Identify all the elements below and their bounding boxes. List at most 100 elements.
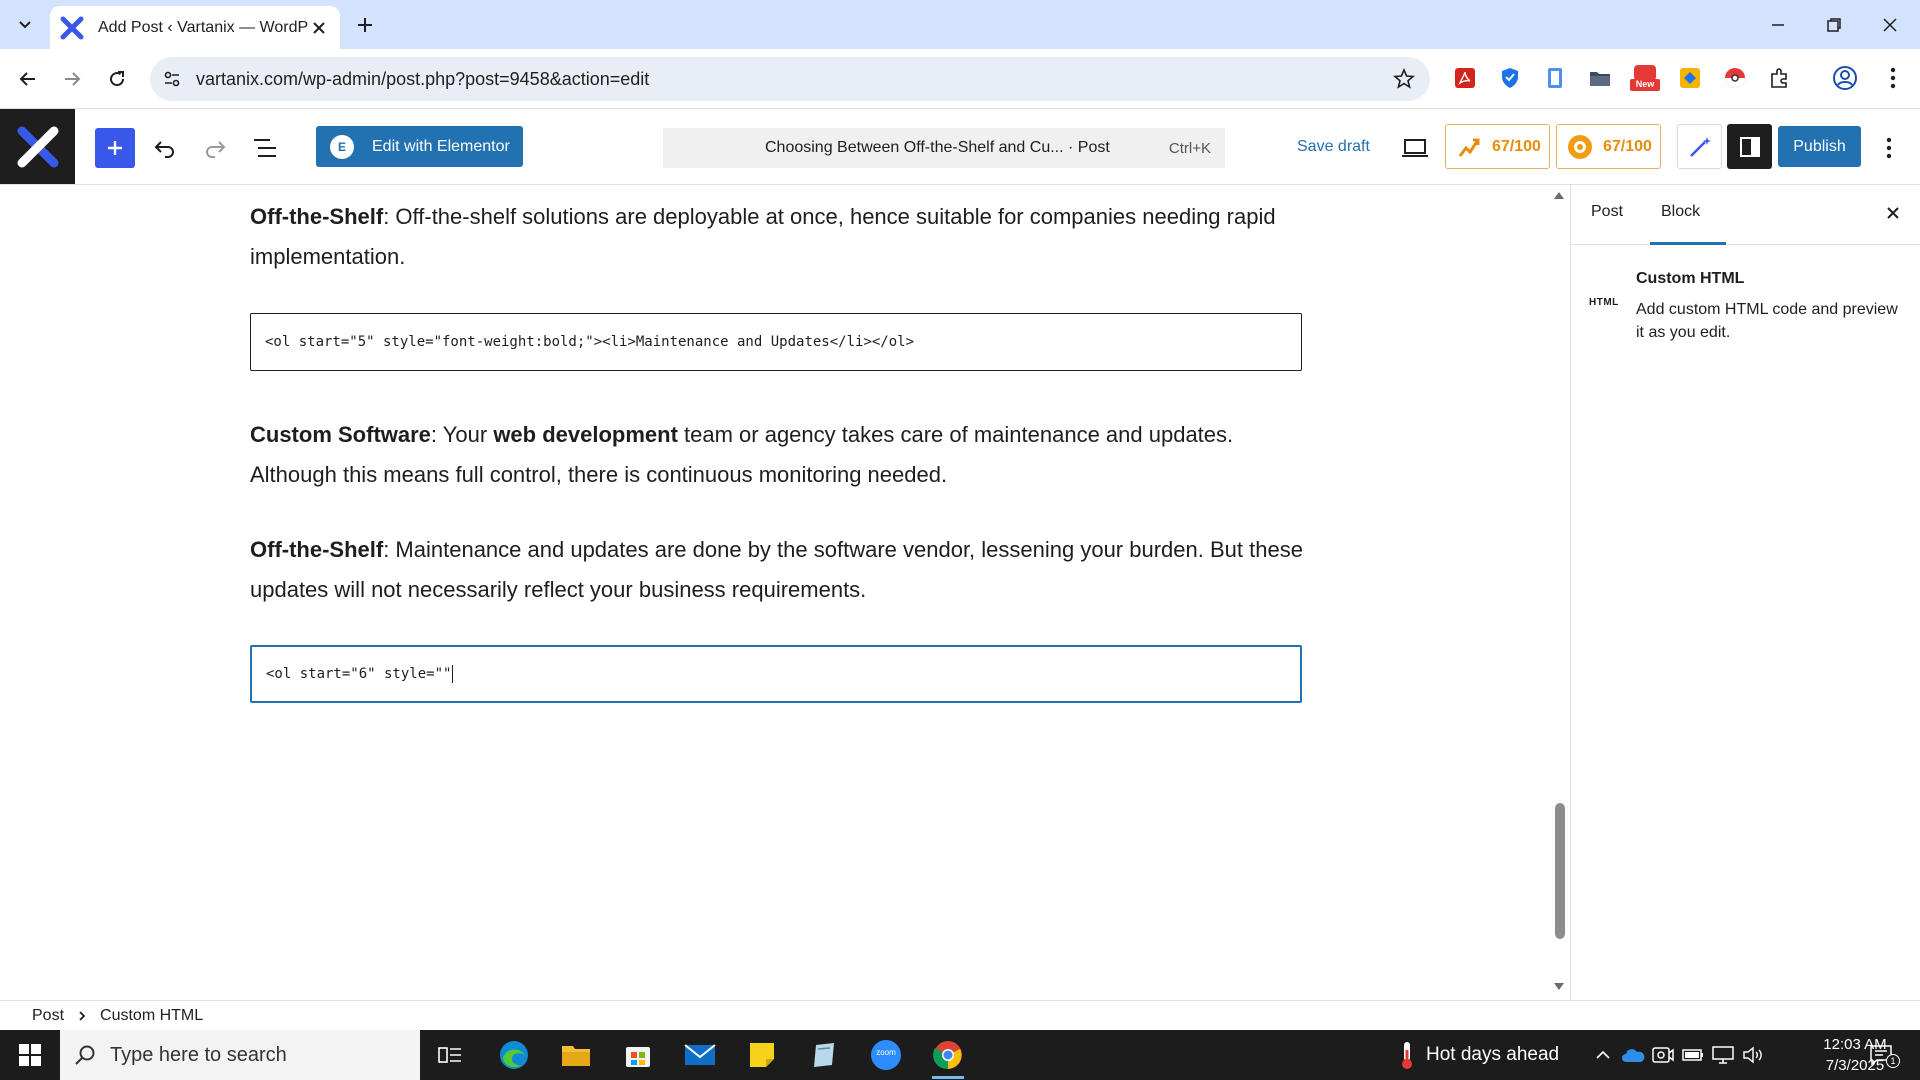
url-text: vartanix.com/wp-admin/post.php?post=9458… [196,69,650,89]
breadcrumb-custom-html[interactable]: Custom HTML [100,1007,203,1025]
tab-close-icon[interactable] [308,17,330,39]
paragraph-block-3[interactable]: Off-the-Shelf: Maintenance and updates a… [250,530,1310,610]
meet-now-icon[interactable] [1650,1042,1676,1068]
browser-menu-kebab-icon[interactable] [1878,63,1908,93]
forward-arrow-icon[interactable] [56,63,88,95]
redo-icon[interactable] [195,128,235,168]
command-palette-bar[interactable]: Choosing Between Off-the-Shelf and Cu...… [663,128,1225,168]
new-tab-plus-icon[interactable] [352,12,378,38]
tray-overflow-chevron-icon[interactable] [1590,1042,1616,1068]
text-caret [452,665,454,683]
block-card-description: Add custom HTML code and preview it as y… [1636,301,1898,341]
paragraph-text: : Your [430,422,494,447]
folder-extension-icon[interactable] [1585,63,1615,93]
close-sidebar-icon[interactable] [1881,201,1905,225]
undo-icon[interactable] [145,128,185,168]
document-overview-icon[interactable] [245,128,285,168]
paragraph-bold-text: Custom Software [250,422,431,447]
extensions-puzzle-icon[interactable] [1765,63,1795,93]
html-block-icon: HTML [1589,297,1619,308]
canvas-scrollbar-thumb[interactable] [1555,803,1565,939]
paragraph-bold-text: Off-the-Shelf [250,204,384,229]
zoom-app-icon[interactable]: zoom [864,1035,908,1075]
address-bar[interactable]: vartanix.com/wp-admin/post.php?post=9458… [150,57,1430,101]
seo-gauge-icon [1565,132,1595,162]
block-card-title: Custom HTML [1636,270,1745,287]
notification-count: 1 [1886,1054,1900,1068]
taskbar-search-box[interactable]: Type here to search [60,1030,420,1080]
weather-widget[interactable]: Hot days ahead [1400,1030,1559,1080]
html-code-text: <ol start="5" style="font-weight:bold;">… [265,334,915,350]
paragraph-link-bold-text: web development [493,422,678,447]
task-view-icon[interactable] [428,1035,472,1075]
bookmark-star-icon[interactable] [1392,67,1416,91]
new-badge-extension-icon[interactable]: New [1630,63,1660,93]
active-tab-indicator [1650,242,1726,245]
scroll-up-arrow-icon[interactable] [1552,189,1566,201]
paragraph-bold-text: Off-the-Shelf [250,537,384,562]
paragraph-block-1[interactable]: Off-the-Shelf: Off-the-shelf solutions a… [250,197,1310,277]
search-icon [74,1044,96,1066]
notification-center-icon[interactable]: 1 [1868,1042,1900,1068]
ai-magic-wand-icon[interactable] [1677,124,1722,169]
seo-score-2: 67/100 [1603,137,1652,155]
seo-score-1: 67/100 [1492,137,1541,155]
edge-browser-icon[interactable] [492,1035,536,1075]
windows-taskbar: Type here to search zoom Hot days ahead [0,1030,1920,1080]
weather-text: Hot days ahead [1426,1044,1560,1065]
site-logo-icon[interactable] [0,109,75,184]
save-draft-button[interactable]: Save draft [1297,138,1370,156]
paragraph-text: : Maintenance and updates are done by th… [250,537,1303,602]
block-inserter-plus-icon[interactable] [95,128,135,168]
close-window-icon[interactable] [1862,0,1918,49]
preview-device-icon[interactable] [1395,128,1435,168]
command-shortcut: Ctrl+K [1168,140,1211,157]
scroll-down-arrow-icon[interactable] [1552,981,1566,993]
onedrive-cloud-icon[interactable] [1620,1042,1646,1068]
battery-icon[interactable] [1680,1042,1706,1068]
reload-icon[interactable] [101,63,133,95]
settings-sidebar: Post Block HTML Custom HTML Add custom H… [1570,185,1920,1000]
custom-html-block-1[interactable]: <ol start="5" style="font-weight:bold;">… [250,313,1302,371]
edit-with-elementor-label: Edit with Elementor [372,137,510,155]
paragraph-block-2[interactable]: Custom Software: Your web development te… [250,415,1310,495]
editor-header: E Edit with Elementor Choosing Between O… [0,109,1920,185]
breadcrumb-post[interactable]: Post [32,1007,64,1025]
new-badge-label: New [1635,79,1655,89]
edit-with-elementor-button[interactable]: E Edit with Elementor [316,126,523,167]
network-icon[interactable] [1710,1042,1736,1068]
microsoft-store-icon[interactable] [616,1035,660,1075]
profile-avatar-icon[interactable] [1830,63,1860,93]
mail-icon[interactable] [678,1035,722,1075]
publish-button[interactable]: Publish [1778,126,1861,167]
tab-post[interactable]: Post [1591,203,1623,221]
editor-options-kebab-icon[interactable] [1874,128,1904,168]
back-arrow-icon[interactable] [12,63,44,95]
chrome-browser-icon[interactable] [926,1035,970,1079]
tab-block[interactable]: Block [1661,203,1700,221]
tab-search-chevron-icon[interactable] [12,12,38,38]
browser-tab-active[interactable]: Add Post ‹ Vartanix — WordPress [50,6,340,49]
file-explorer-icon[interactable] [554,1035,598,1075]
shield-extension-icon[interactable] [1495,63,1525,93]
sidebar-tabs: Post Block [1571,185,1920,245]
site-settings-icon[interactable] [160,67,184,91]
custom-html-block-2-selected[interactable]: <ol start="6" style="" [250,645,1302,703]
yellow-extension-icon[interactable] [1675,63,1705,93]
thermometer-icon [1400,1040,1414,1070]
block-breadcrumb: Post Custom HTML [0,1000,1920,1030]
sticky-notes-icon[interactable] [740,1035,784,1075]
docs-extension-icon[interactable] [1540,63,1570,93]
settings-sidebar-toggle-icon[interactable] [1727,124,1772,169]
pdf-extension-icon[interactable] [1450,63,1480,93]
notes-app-icon[interactable] [802,1035,846,1075]
windows-start-icon[interactable] [0,1030,60,1080]
pokeball-extension-icon[interactable] [1720,63,1750,93]
seo-score-button-2[interactable]: 67/100 [1556,124,1661,169]
volume-speaker-icon[interactable] [1740,1042,1766,1068]
seo-score-button-1[interactable]: 67/100 [1445,124,1550,169]
restore-window-icon[interactable] [1806,0,1862,49]
browser-tab-strip: Add Post ‹ Vartanix — WordPress [0,0,1920,49]
elementor-logo-icon: E [330,134,354,159]
minimize-window-icon[interactable] [1750,0,1806,49]
